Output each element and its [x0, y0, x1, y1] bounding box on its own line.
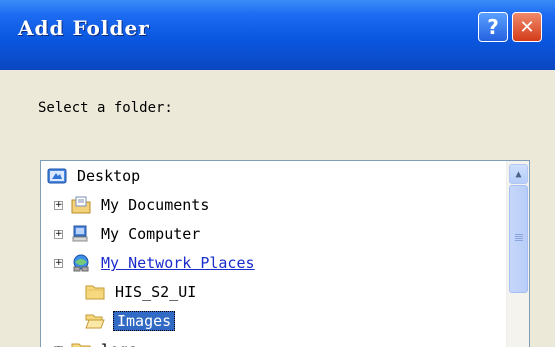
- close-button[interactable]: ✕: [512, 12, 542, 42]
- tree-item-label: My Network Places: [101, 254, 255, 272]
- tree-item-his-s2-ui[interactable]: HIS_S2_UI: [85, 279, 198, 305]
- scrollbar-grip-icon: [515, 234, 523, 235]
- tree-item-label: Desktop: [77, 167, 141, 185]
- expand-my-computer-button[interactable]: +: [54, 230, 63, 239]
- scrollbar-thumb[interactable]: [509, 185, 528, 293]
- folder-prompt-label: Select a folder:: [38, 100, 173, 116]
- my-documents-icon: [71, 196, 91, 214]
- tree-item-my-network-places[interactable]: My Network Places: [71, 250, 257, 276]
- folder-open-icon: [85, 314, 105, 329]
- folder-tree[interactable]: Desktop + My Documents + My Computer + M…: [40, 160, 530, 347]
- scroll-up-button[interactable]: ▲: [509, 164, 528, 184]
- tree-item-label: HIS_S2_UI: [115, 283, 197, 301]
- tree-item-desktop[interactable]: Desktop: [47, 163, 142, 189]
- chevron-up-icon: ▲: [515, 168, 522, 180]
- tree-item-label: My Documents: [101, 196, 210, 214]
- title-bar[interactable]: Add Folder ? ✕: [0, 0, 555, 70]
- tree-item-label-selected: Images: [113, 311, 176, 331]
- help-icon: ?: [487, 15, 499, 39]
- help-button[interactable]: ?: [478, 12, 508, 42]
- desktop-icon: [47, 168, 67, 184]
- expand-my-documents-button[interactable]: +: [54, 201, 63, 210]
- folder-icon: [71, 343, 91, 347]
- tree-item-my-computer[interactable]: My Computer: [71, 221, 202, 247]
- folder-icon: [85, 285, 105, 300]
- add-folder-dialog: Add Folder ? ✕ Select a folder: Desktop …: [0, 0, 555, 347]
- tree-item-label: My Computer: [101, 225, 201, 243]
- tree-item-images[interactable]: Images: [85, 308, 176, 334]
- my-computer-icon: [72, 225, 88, 242]
- network-places-icon: [73, 254, 89, 272]
- vertical-scrollbar[interactable]: ▲: [506, 161, 529, 347]
- tree-item-my-documents[interactable]: My Documents: [71, 192, 211, 218]
- window-title: Add Folder: [18, 16, 150, 40]
- tree-item-logs[interactable]: logs: [71, 337, 139, 347]
- tree-item-label: logs: [99, 341, 139, 347]
- expand-network-places-button[interactable]: +: [54, 259, 63, 268]
- close-icon: ✕: [519, 16, 535, 38]
